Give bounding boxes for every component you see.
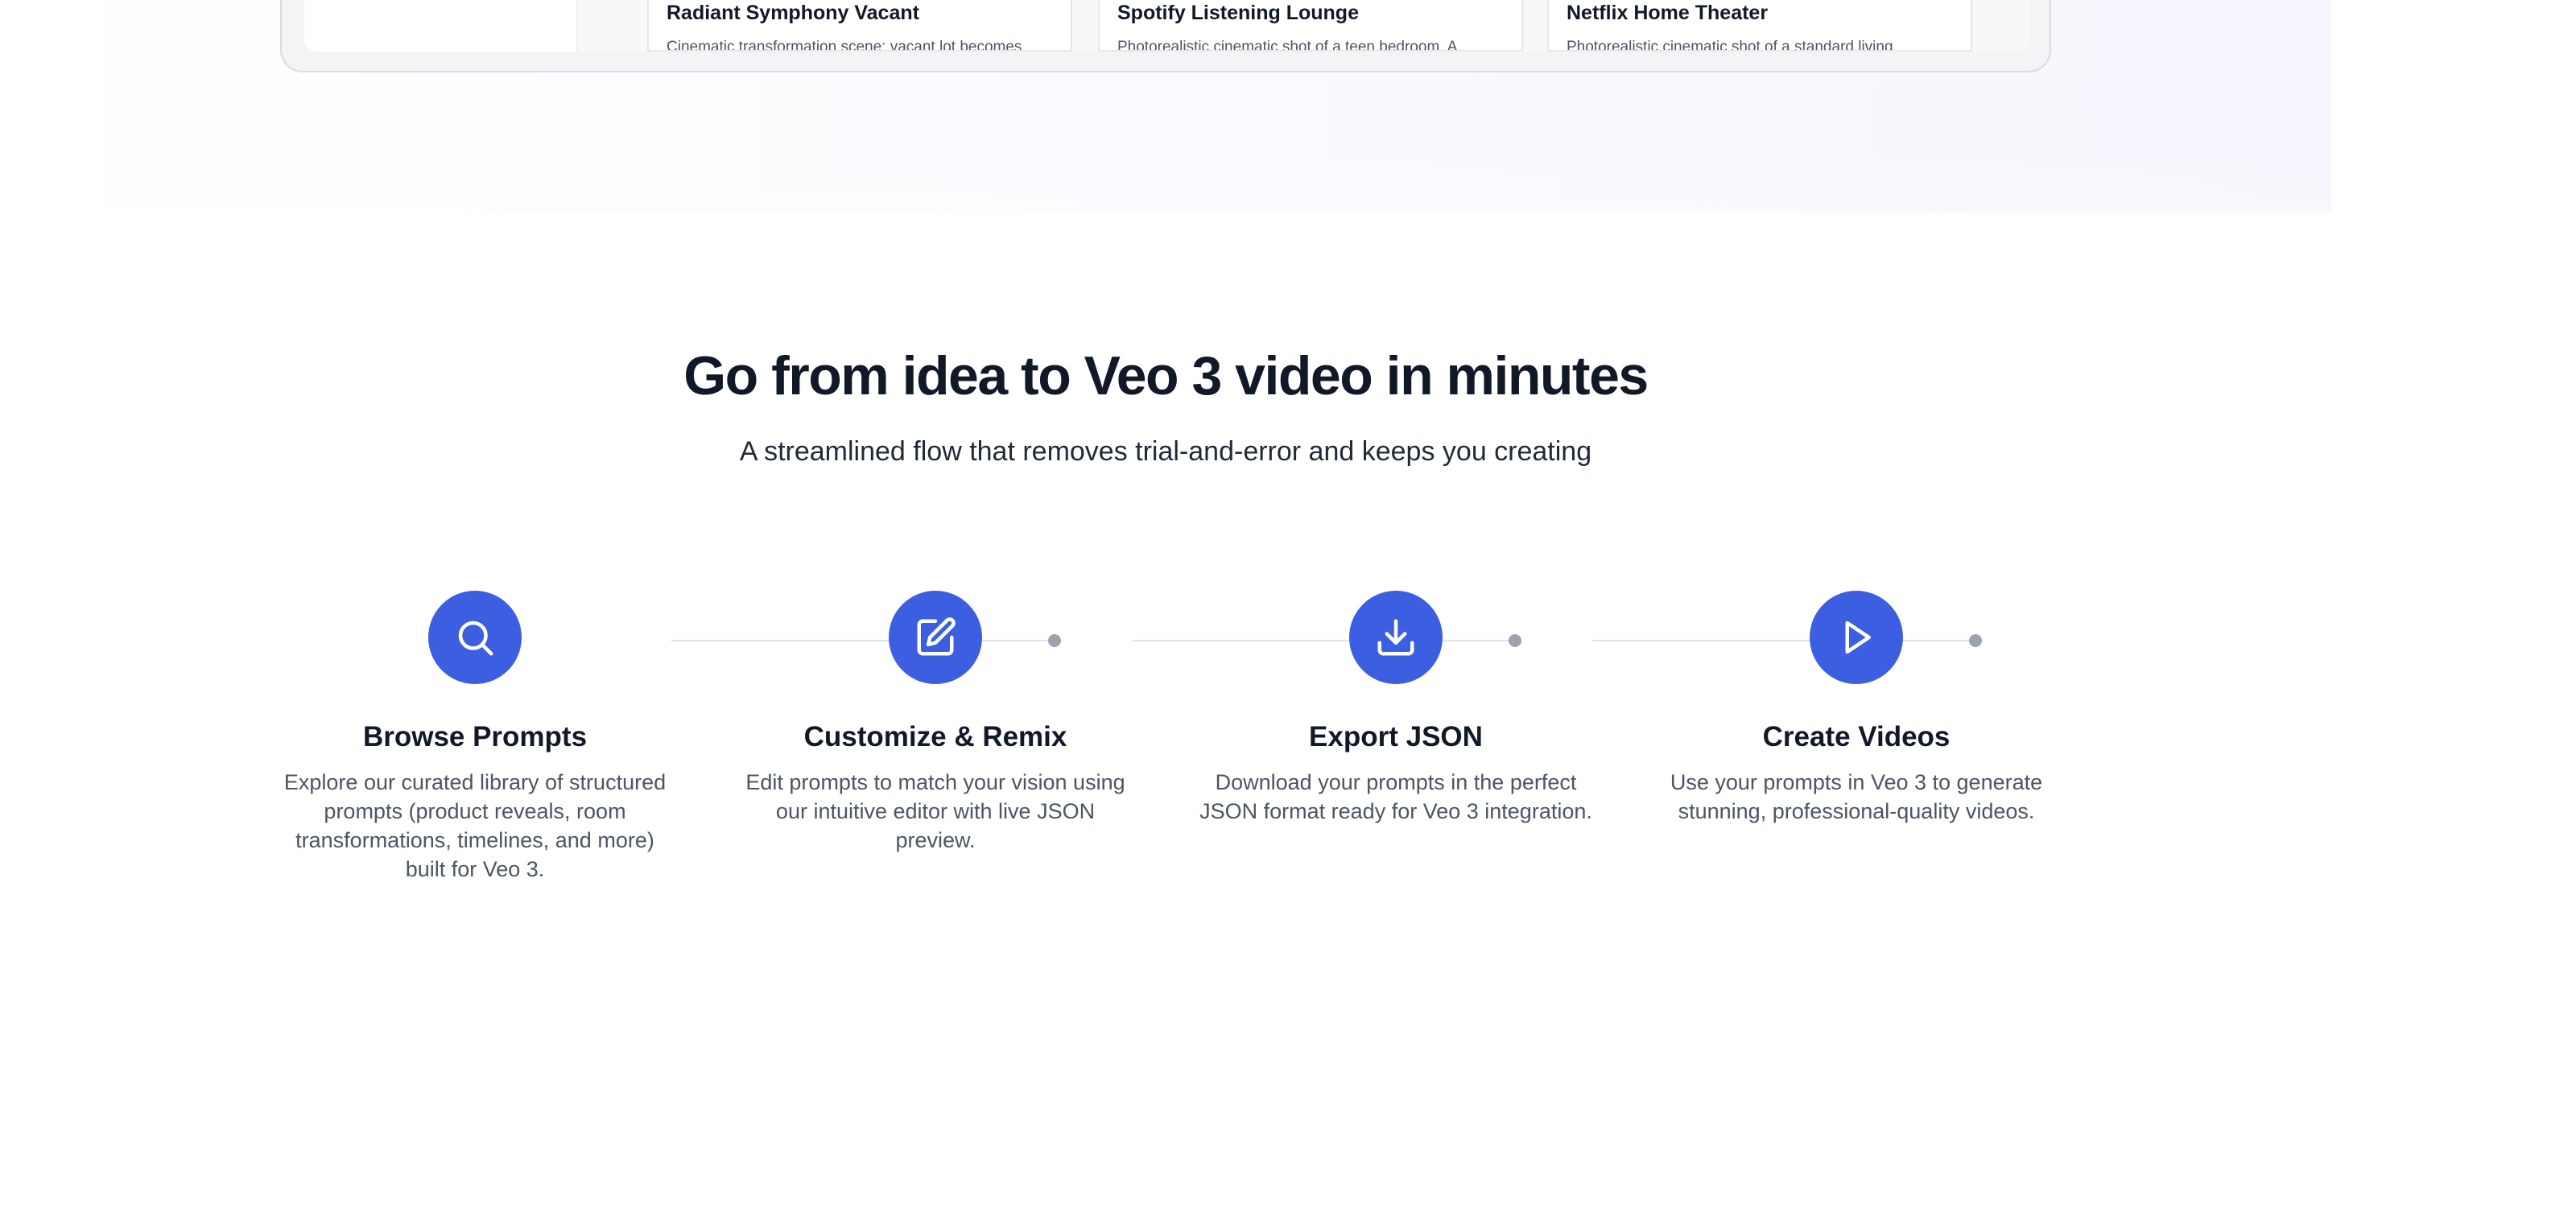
step-export-json: Export JSON Download your prompts in the… [1187,591,1605,826]
preview-sidebar [304,0,578,52]
app-preview-frame: Radiant Symphony Vacant Cinematic transf… [280,0,2051,72]
step-browse-prompts: Browse Prompts Explore our curated libra… [266,591,684,884]
prompt-card-description: Photorealistic cinematic shot of a stand… [1567,39,1893,52]
section-subheading: A streamlined flow that removes trial-an… [739,436,1592,467]
step-description: Explore our curated library of structure… [283,770,667,881]
prompt-card-title: Radiant Symphony Vacant [667,2,919,24]
prompt-card[interactable]: Netflix Home Theater Photorealistic cine… [1547,0,1972,52]
section-heading: Go from idea to Veo 3 video in minutes [683,345,1649,406]
play-icon [1810,591,1903,684]
step-customize-remix: Customize & Remix Edit prompts to match … [726,591,1145,855]
step-description: Download your prompts in the perfect JSO… [1199,770,1592,823]
prompt-card[interactable]: Radiant Symphony Vacant Cinematic transf… [647,0,1072,52]
search-icon [428,591,522,684]
prompt-card[interactable]: Spotify Listening Lounge Photorealistic … [1098,0,1523,52]
step-title: Customize & Remix [803,721,1067,752]
app-preview-content: Radiant Symphony Vacant Cinematic transf… [304,0,2030,52]
prompt-card-title: Spotify Listening Lounge [1117,2,1359,24]
step-title: Browse Prompts [362,721,588,752]
prompt-card-description: Photorealistic cinematic shot of a teen … [1117,39,1458,52]
step-title: Export JSON [1309,721,1483,752]
step-description: Edit prompts to match your vision using … [745,770,1125,852]
step-create-videos: Create Videos Use your prompts in Veo 3 … [1647,591,2066,826]
prompt-card-title: Netflix Home Theater [1567,2,1769,24]
download-icon [1349,591,1443,684]
prompt-card-description: Cinematic transformation scene: vacant l… [667,39,1022,52]
edit-icon [889,591,982,684]
step-description: Use your prompts in Veo 3 to generate st… [1670,770,2043,823]
step-title: Create Videos [1762,721,1951,752]
